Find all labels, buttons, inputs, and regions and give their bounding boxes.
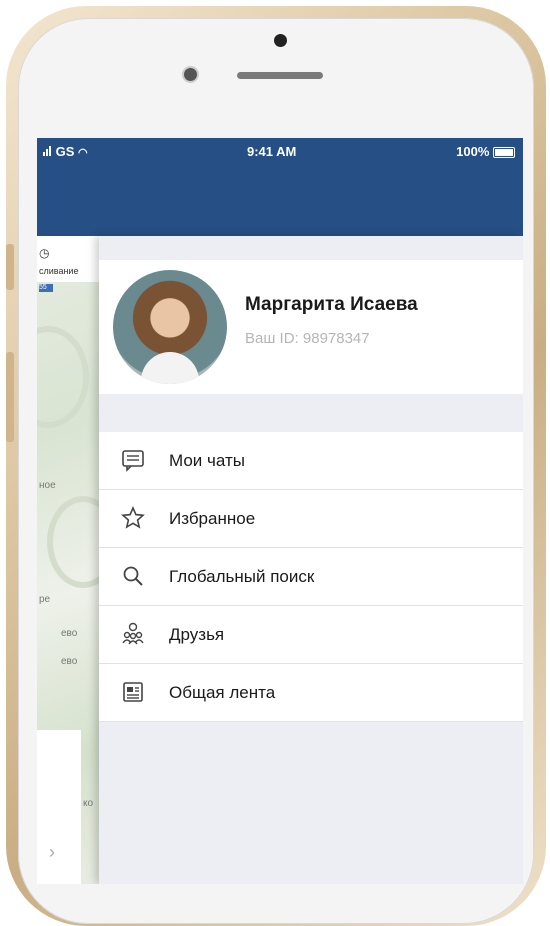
phone-screen: GS ◠ 9:41 AM 100% ◷ сливание 55 ное ре е… (37, 138, 523, 884)
map-place-label: ко (83, 798, 94, 809)
profile-name: Маргарита Исаева (245, 294, 418, 315)
carrier-label: GS (55, 144, 75, 159)
road-tag: 55 (39, 284, 53, 292)
map-place-label: ево (61, 656, 78, 667)
friends-icon (122, 622, 144, 645)
menu-item-label: Избранное (169, 509, 256, 528)
avatar[interactable] (113, 270, 227, 384)
battery-indicator: 100% (456, 144, 515, 159)
volume-up-button (6, 244, 14, 290)
map-place-label: ево (61, 628, 78, 639)
map-info-card[interactable]: › (37, 730, 81, 884)
drawer-menu: Мои чаты Избранное Глобальный поиск Друз… (99, 432, 523, 722)
battery-label: 100% (456, 144, 490, 159)
menu-item-label: Общая лента (169, 683, 276, 702)
map-place-label: ре (39, 594, 51, 605)
status-time: 9:41 AM (247, 144, 297, 159)
signal-icon (43, 144, 52, 159)
volume-down-button (6, 352, 14, 442)
earpiece-speaker (237, 72, 323, 79)
wifi-icon: ◠ (78, 147, 88, 159)
map-background[interactable]: ◷ сливание 55 ное ре ево ево ко › (37, 236, 99, 884)
star-icon (121, 506, 145, 529)
menu-item-label: Друзья (169, 625, 225, 644)
menu-item-news-feed[interactable]: Общая лента (99, 664, 523, 722)
menu-item-label: Мои чаты (169, 451, 245, 470)
map-place-label: ное (39, 480, 56, 491)
map-terrain (37, 326, 89, 428)
map-topbar: ◷ сливание (37, 236, 99, 282)
status-bar: GS ◠ 9:41 AM 100% (37, 138, 523, 166)
search-icon (123, 566, 143, 586)
battery-icon (493, 147, 515, 159)
map-terrain (47, 496, 99, 588)
menu-item-favorites[interactable]: Избранное (99, 490, 523, 548)
profile-user-id: Ваш ID: 98978347 (245, 330, 370, 347)
menu-item-my-chats[interactable]: Мои чаты (99, 432, 523, 490)
sensor-icon (184, 68, 197, 81)
front-camera-icon (274, 34, 287, 47)
carrier-indicator: GS ◠ (43, 144, 88, 159)
map-topbar-label: сливание (39, 266, 79, 276)
clock-icon: ◷ (39, 246, 50, 260)
chevron-right-icon[interactable]: › (49, 842, 55, 863)
avatar-detail (141, 352, 199, 384)
menu-item-friends[interactable]: Друзья (99, 606, 523, 664)
profile-card[interactable]: Маргарита Исаева Ваш ID: 98978347 (99, 260, 523, 394)
chat-icon (122, 450, 144, 472)
news-feed-icon (123, 682, 143, 702)
menu-item-label: Глобальный поиск (169, 567, 315, 586)
side-drawer: Маргарита Исаева Ваш ID: 98978347 Мои ча… (99, 236, 523, 884)
menu-item-global-search[interactable]: Глобальный поиск (99, 548, 523, 606)
